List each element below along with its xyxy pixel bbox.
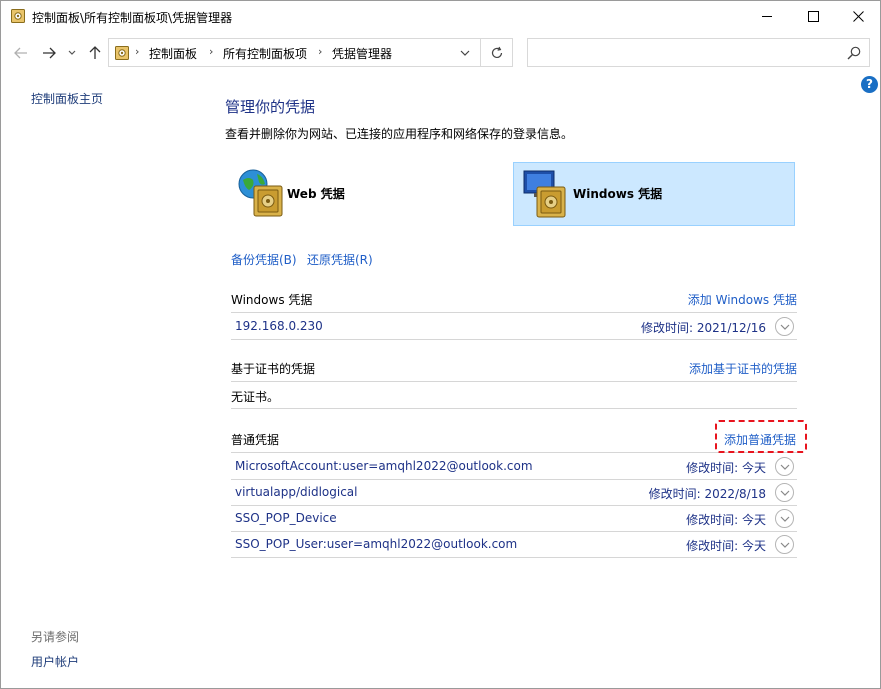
refresh-button[interactable] bbox=[481, 38, 513, 67]
close-icon bbox=[852, 11, 864, 22]
breadcrumb-separator[interactable]: › bbox=[209, 45, 213, 58]
chevron-down-icon bbox=[68, 50, 76, 55]
credential-name: virtualapp/didlogical bbox=[235, 485, 358, 499]
user-accounts-link[interactable]: 用户帐户 bbox=[31, 653, 79, 670]
section-title: 基于证书的凭据 bbox=[231, 362, 316, 376]
chevron-down-icon bbox=[780, 490, 789, 496]
control-panel-home-link[interactable]: 控制面板主页 bbox=[31, 90, 103, 107]
windows-credentials-label: Windows 凭据 bbox=[573, 187, 663, 201]
credential-modified: 修改时间: 今天 bbox=[686, 539, 766, 553]
chevron-down-icon bbox=[780, 464, 789, 470]
expand-button[interactable] bbox=[775, 457, 794, 476]
page-title: 管理你的凭据 bbox=[225, 98, 316, 116]
window-title: 控制面板\所有控制面板项\凭据管理器 bbox=[32, 11, 233, 25]
chevron-down-icon bbox=[780, 516, 789, 522]
credential-row[interactable]: virtualapp/didlogical 修改时间: 2022/8/18 bbox=[231, 480, 797, 506]
breadcrumb-credential-manager[interactable]: 凭据管理器 bbox=[332, 45, 392, 62]
expand-button[interactable] bbox=[775, 317, 794, 336]
credential-modified: 修改时间: 今天 bbox=[686, 461, 766, 475]
maximize-icon bbox=[807, 11, 819, 22]
help-icon[interactable]: ? bbox=[861, 76, 878, 93]
credential-row[interactable]: 192.168.0.230 修改时间: 2021/12/16 bbox=[231, 314, 797, 340]
breadcrumb-control-panel[interactable]: 控制面板 bbox=[149, 45, 197, 62]
control-panel-icon bbox=[114, 45, 130, 61]
forward-button[interactable] bbox=[38, 42, 60, 64]
credential-modified: 修改时间: 2021/12/16 bbox=[640, 321, 766, 335]
recent-locations-button[interactable] bbox=[64, 42, 80, 64]
expand-button[interactable] bbox=[775, 483, 794, 502]
chevron-down-icon bbox=[780, 324, 789, 330]
minimize-button[interactable] bbox=[744, 1, 790, 32]
breadcrumb-separator[interactable]: › bbox=[318, 45, 322, 58]
add-windows-credential-link[interactable]: 添加 Windows 凭据 bbox=[688, 291, 797, 308]
minimize-icon bbox=[761, 16, 772, 17]
windows-credentials-tile[interactable]: Windows 凭据 bbox=[513, 162, 795, 226]
breadcrumb-separator: › bbox=[135, 45, 140, 58]
see-also-heading: 另请参阅 bbox=[31, 630, 80, 644]
windows-credentials-section: Windows 凭据 添加 Windows 凭据 bbox=[231, 287, 797, 313]
generic-credentials-section: 普通凭据 添加普通凭据 bbox=[231, 427, 797, 453]
certificate-credentials-section: 基于证书的凭据 添加基于证书的凭据 bbox=[231, 356, 797, 382]
web-credentials-label: Web 凭据 bbox=[287, 187, 345, 201]
empty-certificate-list: 无证书。 bbox=[231, 383, 797, 409]
page-description: 查看并删除你为网站、已连接的应用程序和网络保存的登录信息。 bbox=[225, 127, 574, 141]
credential-row[interactable]: MicrosoftAccount:user=amqhl2022@outlook.… bbox=[231, 454, 797, 480]
chevron-down-icon bbox=[460, 50, 470, 56]
arrow-up-icon bbox=[89, 46, 101, 59]
credential-modified: 修改时间: 2022/8/18 bbox=[648, 487, 766, 501]
arrow-right-icon bbox=[43, 47, 56, 59]
credential-name: SSO_POP_Device bbox=[235, 511, 337, 525]
up-button[interactable] bbox=[84, 42, 106, 64]
expand-button[interactable] bbox=[775, 509, 794, 528]
arrow-left-icon bbox=[14, 47, 27, 59]
back-button[interactable] bbox=[10, 42, 32, 64]
control-panel-icon bbox=[10, 8, 26, 24]
add-certificate-credential-link[interactable]: 添加基于证书的凭据 bbox=[689, 360, 797, 377]
refresh-icon bbox=[491, 46, 502, 58]
credential-row[interactable]: SSO_POP_User:user=amqhl2022@outlook.com … bbox=[231, 532, 797, 558]
backup-credentials-link[interactable]: 备份凭据(B) bbox=[231, 251, 297, 268]
search-input[interactable] bbox=[527, 38, 870, 67]
title-bar: 控制面板\所有控制面板项\凭据管理器 bbox=[1, 1, 880, 32]
web-credentials-tile[interactable]: Web 凭据 bbox=[231, 162, 513, 226]
restore-credentials-link[interactable]: 还原凭据(R) bbox=[307, 251, 373, 268]
expand-button[interactable] bbox=[775, 535, 794, 554]
no-certificate-text: 无证书。 bbox=[231, 390, 280, 404]
chevron-down-icon bbox=[780, 542, 789, 548]
breadcrumb-all-items[interactable]: 所有控制面板项 bbox=[223, 45, 307, 62]
credential-modified: 修改时间: 今天 bbox=[686, 513, 766, 527]
section-title: 普通凭据 bbox=[231, 433, 280, 447]
highlight-marker bbox=[715, 420, 807, 453]
credential-row[interactable]: SSO_POP_Device 修改时间: 今天 bbox=[231, 506, 797, 532]
credential-name: 192.168.0.230 bbox=[235, 319, 323, 333]
monitor-vault-icon bbox=[518, 167, 572, 221]
navigation-bar: › 控制面板 › 所有控制面板项 › 凭据管理器 bbox=[1, 32, 880, 74]
credential-name: SSO_POP_User:user=amqhl2022@outlook.com bbox=[235, 537, 518, 551]
address-bar[interactable]: › 控制面板 › 所有控制面板项 › 凭据管理器 bbox=[108, 38, 481, 67]
credential-name: MicrosoftAccount:user=amqhl2022@outlook.… bbox=[235, 459, 533, 473]
credential-manager-window: 控制面板\所有控制面板项\凭据管理器 › 控制面板 › 所有控制面板项 › 凭据… bbox=[0, 0, 881, 689]
section-title: Windows 凭据 bbox=[231, 293, 313, 307]
address-history-button[interactable] bbox=[455, 43, 475, 63]
maximize-button[interactable] bbox=[790, 1, 836, 32]
globe-vault-icon bbox=[235, 166, 289, 220]
close-button[interactable] bbox=[835, 1, 881, 32]
search-icon bbox=[846, 45, 862, 61]
